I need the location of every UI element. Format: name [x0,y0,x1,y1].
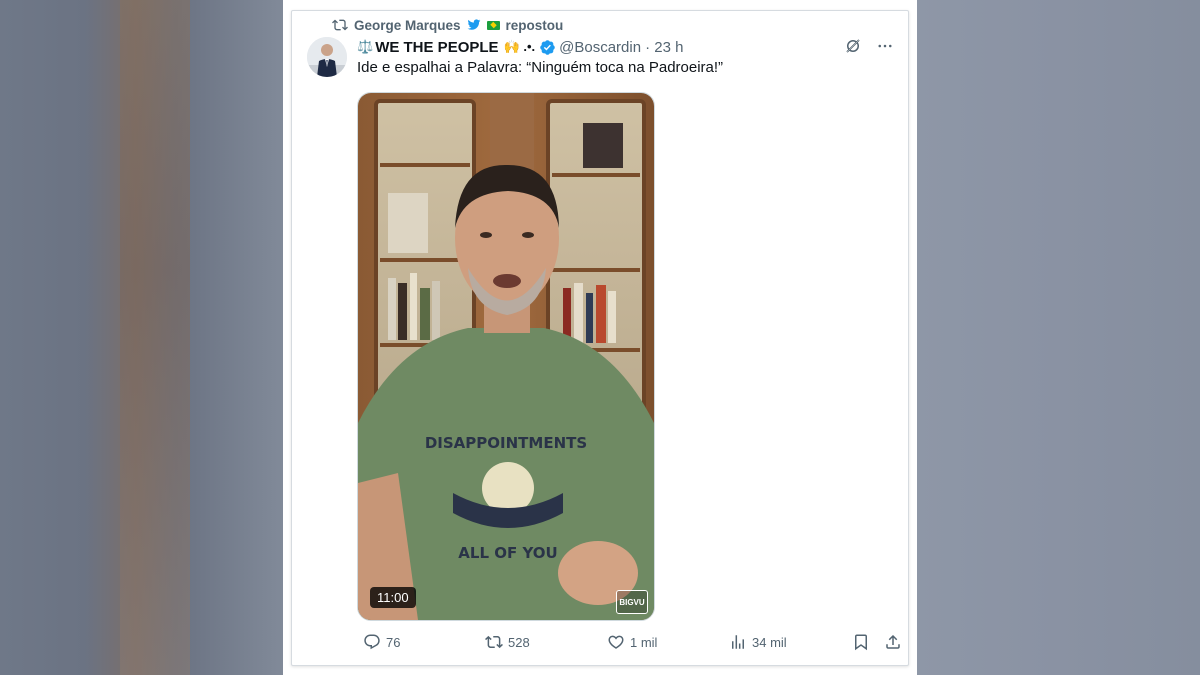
author-handle[interactable]: @Boscardin [559,39,641,56]
tweet-text: Ide e espalhai a Palavra: “Ninguém toca … [357,59,724,76]
share-icon [886,634,900,649]
heart-icon [608,635,624,649]
repost-user[interactable]: George Marques [354,18,461,33]
scale-emoji: ⚖️ [357,39,374,54]
video-watermark: BIGVU [616,590,648,614]
svg-text:DISAPPOINTMENTS: DISAPPOINTMENTS [425,434,587,452]
reply-count: 76 [386,634,401,650]
like-count: 1 mil [630,634,658,650]
grok-icon[interactable] [844,37,862,55]
author-display-name: WE THE PEOPLE [375,38,499,56]
video-thumbnail: DISAPPOINTMENTS ALL OF YOU [358,93,654,620]
analytics-icon [732,635,744,649]
video-duration: 11:00 [370,587,416,608]
tweet-actions: 76 528 1 mil 34 mil [357,631,900,653]
background-right [917,0,1200,675]
tweet-header: ⚖️ WE THE PEOPLE 🙌 .•. @Boscardin · 23 h [357,37,894,57]
reply-icon [364,634,380,650]
views-count: 34 mil [752,634,787,650]
views-button[interactable]: 34 mil [729,631,787,653]
background-left [0,0,283,675]
reply-button[interactable]: 76 [363,631,400,653]
brazil-flag-icon [486,20,500,30]
repost-suffix: repostou [505,17,564,33]
bookmark-icon [855,634,867,651]
more-options-icon[interactable] [876,37,894,55]
author-name[interactable]: ⚖️ WE THE PEOPLE 🙌 .•. [357,39,535,56]
tweet-time[interactable]: · 23 h [645,39,683,56]
repost-count: 528 [508,634,530,650]
repost-indicator: George Marques repostou [332,16,563,34]
bird-icon [467,19,480,30]
author-name-emojis: 🙌 .•. [503,39,536,54]
repost-button[interactable]: 528 [485,631,530,653]
like-button[interactable]: 1 mil [607,631,657,653]
tweet-card-container: George Marques repostou ⚖️ WE THE PEOPLE… [283,0,917,675]
repost-icon [332,19,348,31]
avatar[interactable] [307,37,347,77]
tweet[interactable]: George Marques repostou ⚖️ WE THE PEOPLE… [291,10,909,666]
verified-badge-icon [540,39,555,55]
share-button[interactable] [884,631,902,653]
svg-text:ALL OF YOU: ALL OF YOU [458,544,557,562]
repost-action-icon [485,635,503,649]
bookmark-button[interactable] [852,631,870,653]
video-player[interactable]: DISAPPOINTMENTS ALL OF YOU 11:00 BIGVU [357,92,655,621]
